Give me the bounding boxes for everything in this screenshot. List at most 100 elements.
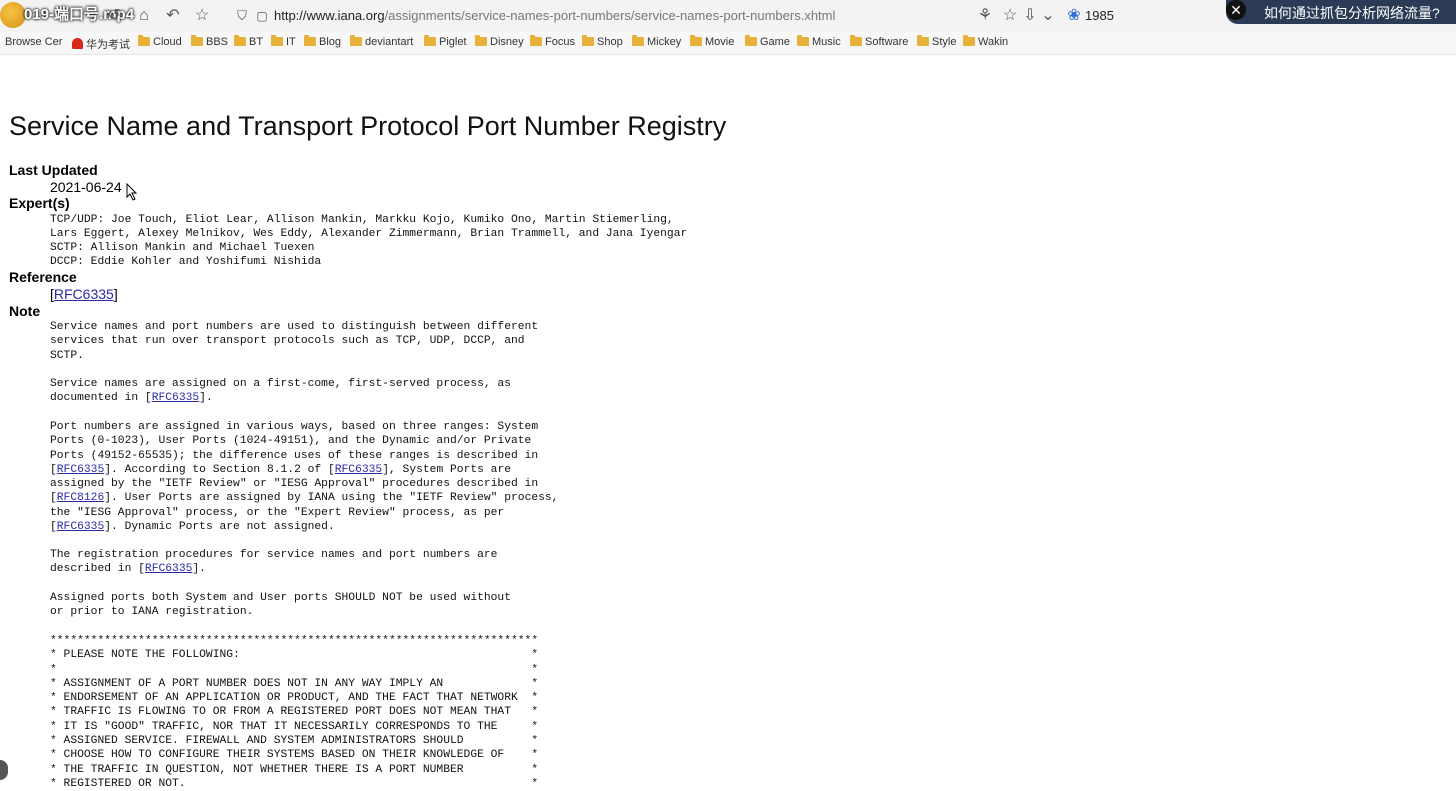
experts-label: Expert(s) [9, 195, 70, 211]
close-icon[interactable]: ✕ [1226, 0, 1246, 20]
bookmark-label: Shop [597, 36, 623, 48]
home-icon[interactable]: ⌂ [134, 6, 154, 26]
bookmark-folder-movie[interactable]: Movie [690, 35, 735, 48]
bookmark-folder-mickey[interactable]: Mickey [632, 35, 682, 48]
folder-icon [632, 35, 644, 46]
note-paragraph-2: Service names are assigned on a first-co… [50, 377, 511, 406]
bookmark-folder-blog[interactable]: Blog [304, 35, 342, 48]
folder-icon [690, 35, 702, 46]
bookmark-folder-bt[interactable]: BT [234, 35, 264, 48]
bookmark-label: Cloud [153, 36, 182, 48]
bookmark-label: Mickey [647, 36, 682, 48]
bookmark-label: BT [249, 36, 264, 48]
folder-icon [797, 35, 809, 46]
folder-icon [917, 35, 929, 46]
address-bar[interactable]: ⛉ ▢ http://www.iana.org/assignments/serv… [228, 4, 970, 28]
share-icon[interactable]: ⚘ [975, 6, 995, 26]
bookmark-folder-disney[interactable]: Disney [475, 35, 524, 48]
folder-icon [582, 35, 594, 46]
download-icon[interactable]: ⇩ [1020, 6, 1040, 26]
experts-line: SCTP: Allison Mankin and Michael Tuexen [50, 242, 315, 254]
note-text: ]. [192, 563, 206, 576]
bookmark-huawei[interactable]: 华为考试 [72, 36, 130, 52]
folder-icon [963, 35, 975, 46]
bookmark-folder-software[interactable]: Software [850, 35, 909, 48]
browser-toolbar: 019-端口号.mp4 ↺ ⌂ ↶ ☆ ⛉ ▢ http://www.iana.… [0, 0, 1456, 33]
bookmark-label: Disney [490, 36, 524, 48]
folder-icon [475, 35, 487, 46]
scroll-handle[interactable] [0, 760, 8, 780]
rfc6335-link[interactable]: RFC6335 [54, 286, 114, 302]
folder-icon [424, 35, 436, 46]
experts-line: DCCP: Eddie Kohler and Yoshifumi Nishida [50, 256, 322, 268]
bookmark-label: Software [865, 36, 909, 48]
rfc6335-link[interactable]: RFC6335 [57, 521, 104, 533]
note-text: The registration procedures for service … [50, 549, 498, 576]
folder-icon [850, 35, 862, 46]
note-paragraph-3: Port numbers are assigned in various way… [50, 420, 558, 534]
bookmark-folder-bbs[interactable]: BBS [191, 35, 229, 48]
folder-icon [304, 35, 316, 46]
url-path: /assignments/service-names-port-numbers/… [384, 8, 836, 23]
folder-icon [350, 35, 362, 46]
bookmark-browse[interactable]: Browse Cer [5, 36, 62, 48]
bookmark-folder-cloud[interactable]: Cloud [138, 35, 182, 48]
folder-icon [745, 35, 757, 46]
folder-icon [234, 35, 246, 46]
reload-icon[interactable]: ↺ [104, 6, 124, 26]
note-paragraph-4: The registration procedures for service … [50, 548, 497, 577]
reference-value: [RFC6335] [50, 286, 118, 302]
rfc6335-link[interactable]: RFC6335 [335, 464, 382, 476]
bookmark-folder-game[interactable]: Game [745, 35, 790, 48]
bookmark-folder-style[interactable]: Style [917, 35, 957, 48]
paw-icon[interactable]: ❀ [1064, 6, 1084, 26]
bookmark-folder-focus[interactable]: Focus [530, 35, 575, 48]
chevron-down-icon[interactable]: ⌄ [1038, 6, 1058, 26]
bookmark-label: BBS [206, 36, 229, 48]
folder-icon [191, 35, 203, 46]
folder-icon [530, 35, 542, 46]
bookmark-folder-shop[interactable]: Shop [582, 35, 623, 48]
bookmark-label: Movie [705, 36, 735, 48]
bookmark-label: Blog [319, 36, 342, 48]
note-text: ]. According to Section 8.1.2 of [ [104, 463, 335, 476]
rfc8126-link[interactable]: RFC8126 [57, 492, 104, 504]
bookmark-star-icon[interactable]: ☆ [192, 6, 212, 26]
note-text: ]. [199, 392, 213, 405]
bookmark-label: Focus [545, 36, 575, 48]
bookmark-label: Game [760, 36, 790, 48]
page-title: Service Name and Transport Protocol Port… [9, 111, 727, 141]
bookmark-folder-piglet[interactable]: Piglet [424, 35, 467, 48]
rfc6335-link[interactable]: RFC6335 [152, 392, 199, 404]
counter-label: 1985 [1085, 8, 1114, 23]
bookmark-folder-wakin[interactable]: Wakin [963, 35, 1008, 48]
bookmark-label: Piglet [439, 36, 467, 48]
bookmarks-bar: Browse Cer 华为考试 Cloud BBS BT IT Blog dev… [0, 32, 1456, 55]
note-label: Note [9, 303, 41, 319]
note-text: ]. Dynamic Ports are not assigned. [104, 521, 335, 534]
rfc6335-link[interactable]: RFC6335 [145, 563, 192, 575]
last-updated-label: Last Updated [9, 162, 98, 178]
last-updated-value: 2021-06-24 [50, 179, 122, 195]
bookmark-label: deviantart [365, 36, 414, 48]
url-text: http://www.iana.org/assignments/service-… [274, 8, 835, 23]
mouse-cursor-icon [126, 183, 138, 201]
folder-icon [138, 35, 150, 46]
favorite-icon[interactable]: ☆ [1000, 6, 1020, 26]
bookmark-label: 华为考试 [86, 39, 130, 51]
rfc6335-link[interactable]: RFC6335 [57, 464, 104, 476]
url-host: http://www.iana.org [274, 8, 385, 23]
reference-label: Reference [9, 269, 77, 285]
bookmark-folder-deviantart[interactable]: deviantart [350, 35, 414, 48]
experts-line: TCP/UDP: Joe Touch, Eliot Lear, Allison … [50, 214, 674, 226]
undo-icon[interactable]: ↶ [163, 6, 183, 26]
bookmark-folder-it[interactable]: IT [271, 35, 296, 48]
note-paragraph-5: Assigned ports both System and User port… [50, 592, 511, 619]
bookmark-label: Style [932, 36, 957, 48]
port-notice-box: ****************************************… [50, 635, 539, 790]
bookmark-folder-music[interactable]: Music [797, 35, 841, 48]
note-paragraph-1: Service names and port numbers are used … [50, 321, 539, 362]
huawei-icon [72, 38, 83, 49]
folder-icon [271, 35, 283, 46]
bookmark-label: Music [812, 36, 841, 48]
